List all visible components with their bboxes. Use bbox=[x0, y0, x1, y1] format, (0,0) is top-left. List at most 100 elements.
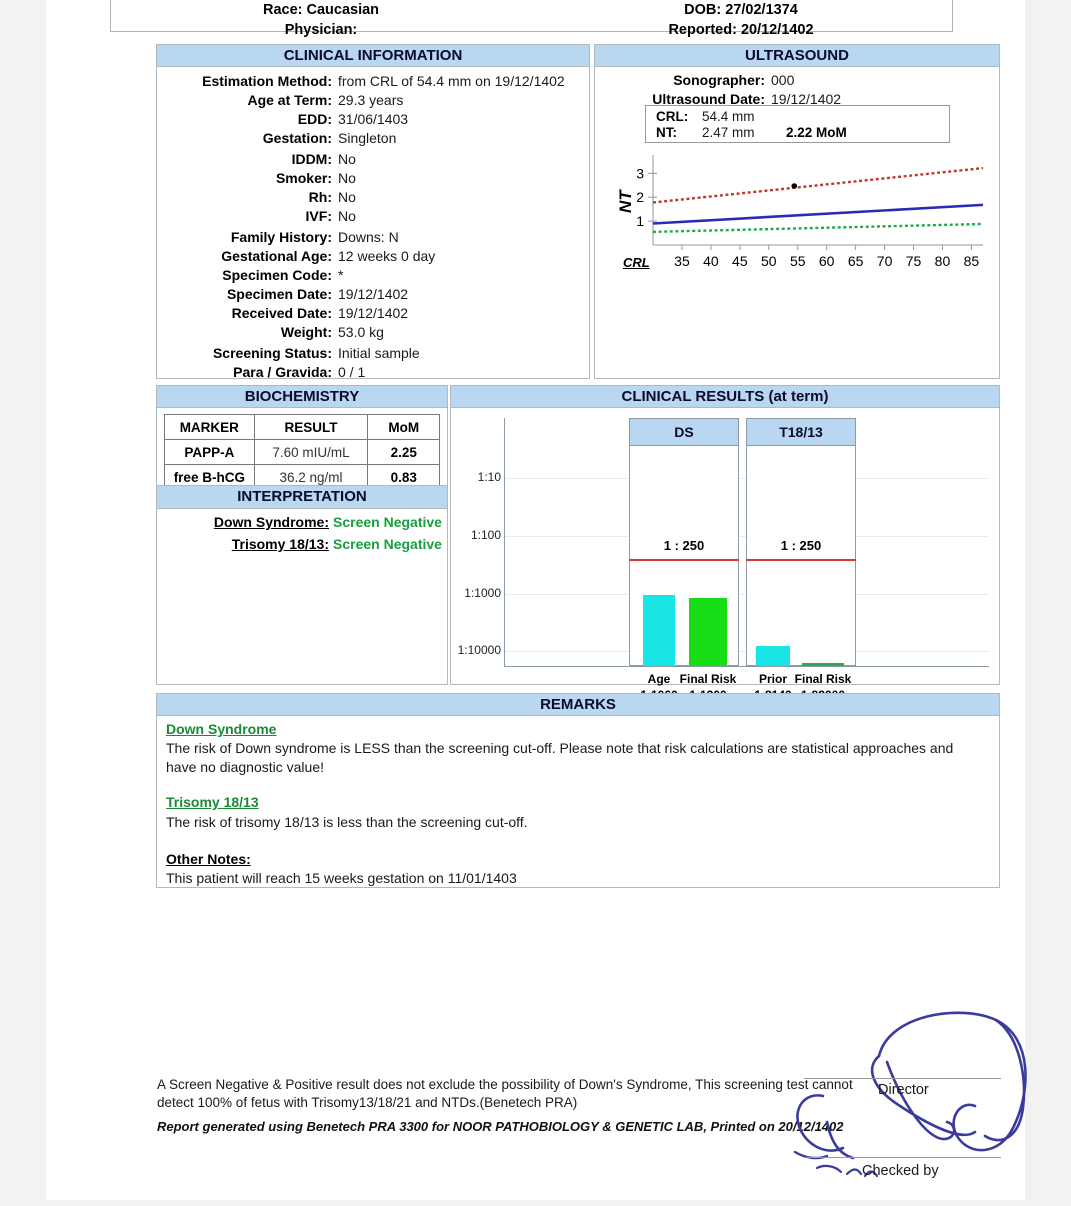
clinical-info-key: IVF: bbox=[305, 208, 332, 224]
remarks-panel: REMARKS Down Syndrome The risk of Down sy… bbox=[156, 693, 1000, 888]
clinical-information-title: CLINICAL INFORMATION bbox=[157, 45, 589, 67]
svg-text:1: 1 bbox=[636, 213, 644, 229]
report-page: Race: Caucasian DOB: 27/02/1374 Physicia… bbox=[46, 0, 1027, 1200]
svg-text:45: 45 bbox=[732, 253, 748, 269]
svg-text:60: 60 bbox=[819, 253, 835, 269]
clinical-results-panel: CLINICAL RESULTS (at term) 1:10 1:100 1:10… bbox=[450, 385, 1000, 702]
clinical-info-row: Specimen Code: * bbox=[157, 267, 589, 286]
clinical-info-value: No bbox=[338, 170, 356, 186]
clinical-info-key: Gestational Age: bbox=[221, 248, 332, 264]
marker-cell: PAPP-A bbox=[164, 439, 255, 465]
svg-text:80: 80 bbox=[935, 253, 951, 269]
checked-by-signature-line bbox=[804, 1157, 1001, 1158]
col-mom: MoM bbox=[367, 414, 440, 440]
svg-text:65: 65 bbox=[848, 253, 864, 269]
clinical-info-key: Weight: bbox=[280, 324, 332, 340]
clinical-info-row: Weight: 53.0 kg bbox=[157, 324, 589, 343]
remarks-body-text: The risk of trisomy 18/13 is less than t… bbox=[166, 814, 528, 830]
demographics-strip: Race: Caucasian DOB: 27/02/1374 Physicia… bbox=[110, 0, 953, 38]
director-label: Director bbox=[878, 1082, 929, 1098]
clinical-info-value: Initial sample bbox=[338, 345, 420, 361]
clinical-info-value: Downs: N bbox=[338, 229, 399, 245]
clinical-info-key: Specimen Code: bbox=[222, 267, 332, 283]
cutoff-label: 1 : 250 bbox=[780, 537, 822, 553]
bar-label: Final Risk bbox=[794, 672, 852, 686]
cutoff-line bbox=[629, 558, 739, 561]
clinical-info-key: Family History: bbox=[230, 229, 332, 245]
report-generated-line: Report generated using Benetech PRA 3300… bbox=[157, 1119, 844, 1134]
clinical-info-key: Estimation Method: bbox=[202, 73, 332, 89]
nt-crl-chart: NT CRL 1 2 3 35 40 45 50 55 60 65 70 75 80 85 bbox=[615, 153, 987, 278]
risk-bar bbox=[756, 645, 790, 666]
crl-value: 54.4 mm bbox=[702, 109, 755, 124]
ultrasound-title: ULTRASOUND bbox=[595, 45, 999, 67]
disclaimer-text: A Screen Negative & Positive result does… bbox=[157, 1077, 853, 1110]
col-marker: MARKER bbox=[164, 414, 255, 440]
remarks-body-text: This patient will reach 15 weeks gestati… bbox=[166, 870, 517, 886]
mom-cell: 2.25 bbox=[367, 439, 440, 465]
interpretation-key: Down Syndrome: bbox=[213, 514, 329, 530]
clinical-info-row: Para / Gravida: 0 / 1 bbox=[157, 364, 589, 383]
crl-label: CRL: bbox=[656, 109, 689, 124]
clinical-info-row: Specimen Date: 19/12/1402 bbox=[157, 286, 589, 305]
clinical-info-row: Gestational Age: 12 weeks 0 day bbox=[157, 248, 589, 267]
svg-text:75: 75 bbox=[906, 253, 922, 269]
y-axis-tick: 1:10 bbox=[477, 470, 501, 484]
table-header-row: MARKER RESULT MoM bbox=[164, 414, 440, 440]
interpretation-key: Trisomy 18/13: bbox=[231, 536, 329, 552]
crl-nt-box: CRL: 54.4 mm NT: 2.47 mm 2.22 MoM bbox=[645, 105, 950, 143]
clinical-info-value: from CRL of 54.4 mm on 19/12/1402 bbox=[338, 73, 565, 89]
risk-panel-header: T18/13 bbox=[747, 419, 855, 446]
director-signature-line bbox=[804, 1078, 1001, 1079]
nt-mom-value: 2.22 MoM bbox=[786, 125, 847, 140]
biochemistry-table: MARKER RESULT MoM PAPP-A 7.60 mIU/mL 2.25 f… bbox=[164, 414, 440, 490]
svg-text:70: 70 bbox=[877, 253, 893, 269]
clinical-info-value: 19/12/1402 bbox=[338, 286, 409, 302]
biochemistry-panel: BIOCHEMISTRY MARKER RESULT MoM PAPP-A 7.6… bbox=[156, 385, 448, 685]
risk-bar bbox=[689, 597, 727, 666]
race-label: Race: Caucasian bbox=[262, 2, 380, 18]
result-cell: 7.60 mIU/mL bbox=[253, 439, 369, 465]
remarks-title: REMARKS bbox=[157, 694, 999, 716]
physician-label: Physician: bbox=[284, 22, 358, 38]
y-axis bbox=[504, 418, 505, 666]
cutoff-label: 1 : 250 bbox=[663, 537, 705, 553]
clinical-info-key: EDD: bbox=[297, 111, 332, 127]
clinical-info-row: IVF: No bbox=[157, 208, 589, 227]
y-axis-tick: 1:100 bbox=[470, 528, 501, 542]
clinical-results-title: CLINICAL RESULTS (at term) bbox=[451, 386, 999, 408]
interpretation-row: Trisomy 18/13: Screen Negative bbox=[157, 536, 447, 558]
clinical-info-value: No bbox=[338, 151, 356, 167]
table-row: PAPP-A 7.60 mIU/mL 2.25 bbox=[164, 439, 440, 465]
clinical-info-row: Family History: Downs: N bbox=[157, 229, 589, 248]
interpretation-status-badge: Screen Negative bbox=[333, 536, 442, 552]
risk-bar-chart: 1:101:1001:10001:10000DS1 : 250Age1:1060… bbox=[451, 408, 999, 702]
clinical-info-value: No bbox=[338, 208, 356, 224]
clinical-info-value: No bbox=[338, 189, 356, 205]
clinical-info-row: Age at Term: 29.3 years bbox=[157, 92, 589, 111]
svg-text:35: 35 bbox=[674, 253, 690, 269]
clinical-info-key: Gestation: bbox=[262, 130, 332, 146]
clinical-info-key: IDDM: bbox=[291, 151, 332, 167]
crl-axis-label: CRL bbox=[623, 255, 650, 270]
clinical-info-key: Specimen Date: bbox=[226, 286, 332, 302]
clinical-info-key: Smoker: bbox=[275, 170, 332, 186]
clinical-info-value: 19/12/1402 bbox=[338, 305, 409, 321]
biochemistry-title: BIOCHEMISTRY bbox=[157, 386, 447, 408]
clinical-info-value: Singleton bbox=[338, 130, 397, 146]
clinical-info-row: EDD: 31/06/1403 bbox=[157, 111, 589, 130]
reported-label: Reported: 20/12/1402 bbox=[668, 22, 814, 38]
ultrasound-panel: ULTRASOUND Sonographer: 000 Ultrasound D… bbox=[594, 44, 1000, 379]
nt-crl-plot: 1 2 3 35 40 45 50 55 60 65 70 75 80 85 bbox=[636, 155, 984, 269]
cutoff-line bbox=[746, 558, 856, 561]
clinical-info-value: 0 / 1 bbox=[338, 364, 366, 380]
nt-value: 2.47 mm bbox=[702, 125, 755, 140]
clinical-info-row: Smoker: No bbox=[157, 170, 589, 189]
remarks-heading: Trisomy 18/13 bbox=[166, 794, 259, 810]
y-axis-tick: 1:1000 bbox=[464, 586, 501, 600]
remarks-heading: Other Notes: bbox=[166, 851, 251, 867]
clinical-info-key: Rh: bbox=[308, 189, 332, 205]
remarks-heading: Down Syndrome bbox=[166, 721, 277, 737]
checked-by-label: Checked by bbox=[862, 1163, 939, 1179]
svg-text:55: 55 bbox=[790, 253, 806, 269]
